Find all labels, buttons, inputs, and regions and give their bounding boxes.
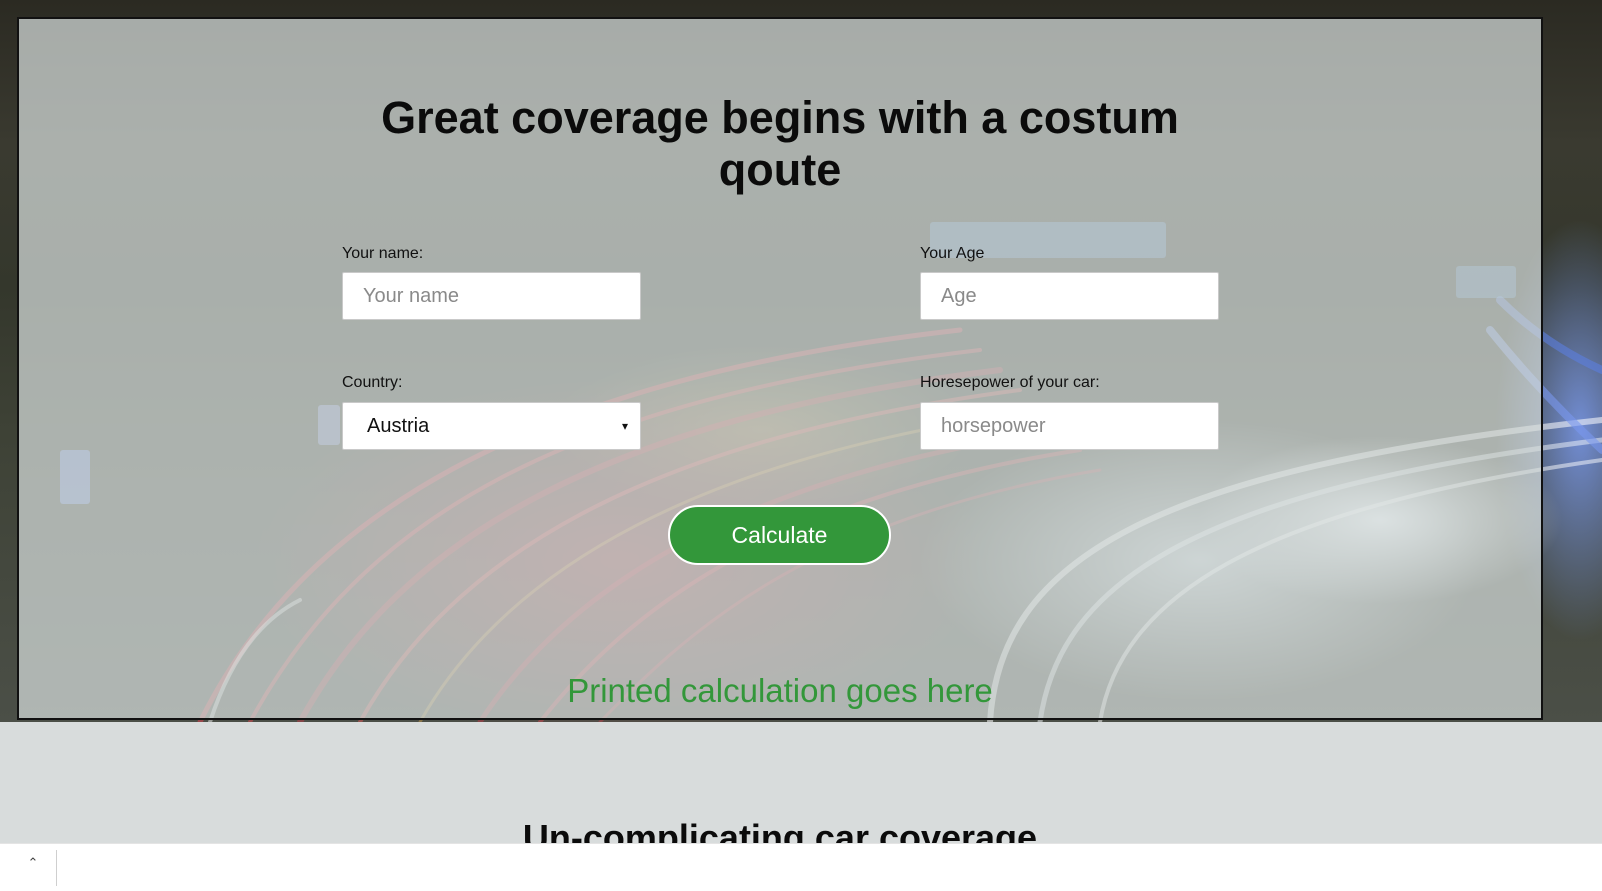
page-title: Great coverage begins with a costum qout…: [381, 92, 1179, 195]
chevron-up-icon[interactable]: ⌃: [22, 852, 44, 874]
age-label: Your Age: [920, 245, 985, 262]
dropdown-caret-icon: ▾: [621, 419, 628, 433]
calculation-result: Printed calculation goes here: [567, 672, 993, 709]
divider: [56, 850, 57, 886]
age-input[interactable]: [920, 272, 1219, 320]
country-label: Country:: [342, 374, 403, 391]
horsepower-label: Horesepower of your car:: [920, 374, 1100, 391]
country-select-value: Austria: [367, 414, 430, 437]
bottom-bar: ⌃: [0, 843, 1602, 891]
name-label: Your name:: [342, 245, 424, 262]
calculate-button[interactable]: Calculate: [668, 505, 891, 565]
horsepower-input[interactable]: [920, 402, 1219, 450]
country-select[interactable]: Austria ▾: [342, 402, 641, 450]
name-input[interactable]: [342, 272, 641, 320]
